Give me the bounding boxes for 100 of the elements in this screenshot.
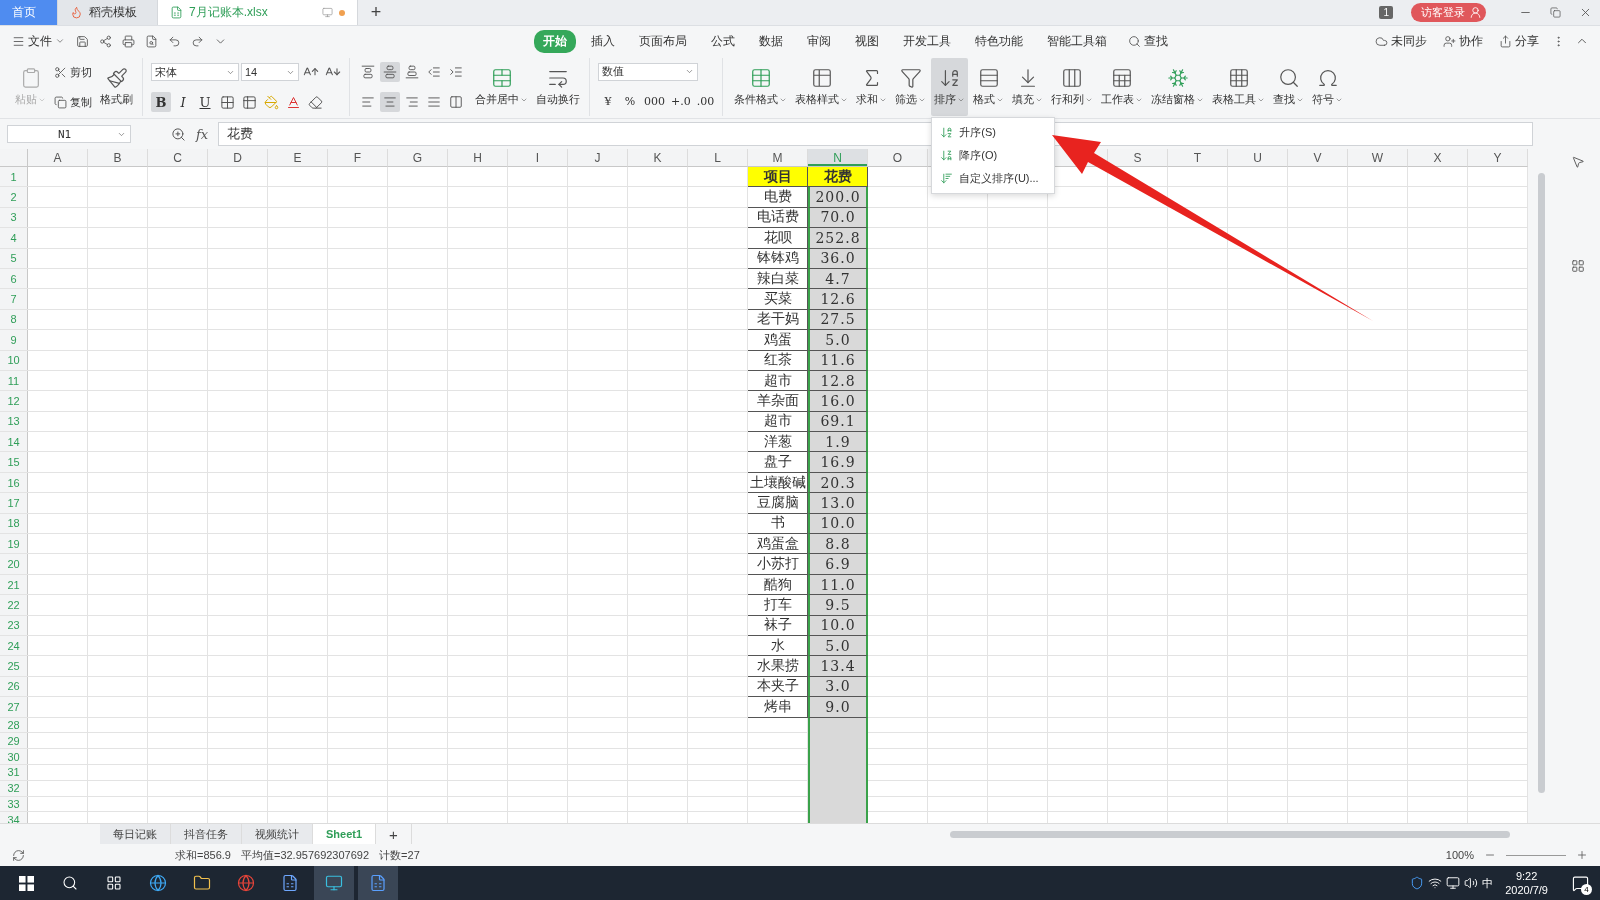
ribbon-button[interactable]: 查找 (1270, 58, 1308, 116)
name-box[interactable]: N1 (7, 125, 131, 143)
columns-icon (1061, 67, 1084, 89)
globe-icon (237, 874, 255, 892)
sheet-tab[interactable]: 视频统计 (242, 824, 313, 844)
toolbar-link[interactable]: 分享 (1493, 30, 1545, 52)
table-cell: 9.0 (808, 697, 868, 718)
number-format-button[interactable]: +.0 (669, 91, 693, 112)
column-header[interactable]: V (1288, 149, 1348, 167)
column-header[interactable]: F (328, 149, 388, 167)
function-label[interactable]: fx (196, 126, 209, 142)
eraser-icon (307, 94, 323, 110)
align-button[interactable] (380, 92, 400, 112)
column-header[interactable]: T (1168, 149, 1228, 167)
flame-icon (70, 6, 83, 19)
notification-button[interactable]: 4 (1560, 866, 1600, 900)
font-size-select[interactable]: 14 (241, 63, 299, 81)
ribbon-tab[interactable]: 插入 (582, 29, 624, 53)
scrollbar-thumb[interactable] (950, 830, 1510, 838)
ribbon-button[interactable]: 行和列 (1048, 58, 1097, 116)
notification-count: 4 (1581, 884, 1592, 895)
number-format-button[interactable]: .00 (694, 91, 717, 112)
column-header[interactable]: J (568, 149, 628, 167)
toolbar-link[interactable]: 未同步 (1369, 30, 1433, 52)
font-select[interactable]: 宋体 (151, 63, 239, 81)
new-tab-button[interactable]: + (358, 0, 394, 25)
ribbon-tab[interactable]: 特色功能 (966, 29, 1032, 53)
document-tab[interactable]: 稻壳模板 (58, 0, 158, 25)
rows-icon (977, 67, 1000, 89)
column-header[interactable]: Y (1468, 149, 1528, 167)
input-method-indicator[interactable]: 中 (1482, 875, 1494, 891)
number-format-button[interactable]: % (620, 91, 640, 112)
toolbar-link[interactable]: 协作 (1437, 30, 1489, 52)
column-header[interactable]: D (208, 149, 268, 167)
wrap-text-button[interactable]: 自动换行 (533, 58, 583, 116)
status-stat: 平均值=32.957692307692 (240, 847, 370, 863)
ribbon-tab[interactable]: 开发工具 (894, 29, 960, 53)
zoom-in-icon (1576, 849, 1588, 861)
scrollbar-thumb[interactable] (1538, 173, 1545, 793)
ribbon-button[interactable]: 条件格式 (731, 58, 791, 116)
table-cell: 花呗 (748, 228, 808, 249)
distribute-icon (449, 95, 463, 109)
ribbon-button[interactable]: 表格样式 (792, 58, 852, 116)
ribbon-tab[interactable]: 数据 (750, 29, 792, 53)
login-button[interactable]: 访客登录 (1411, 3, 1486, 22)
table-cell: 烤串 (748, 697, 808, 718)
ribbon-button[interactable]: 表格工具 (1209, 58, 1269, 116)
ribbon-tab[interactable]: 页面布局 (630, 29, 696, 53)
column-header[interactable]: L (688, 149, 748, 167)
number-format-button[interactable]: 000 (642, 91, 667, 112)
search-button[interactable]: 查找 (1122, 30, 1174, 52)
font-style-button[interactable]: U (195, 92, 215, 112)
file-menu[interactable]: 文件 (8, 30, 69, 52)
column-header[interactable]: W (1348, 149, 1408, 167)
column-header[interactable]: O (868, 149, 928, 167)
ribbon-tab[interactable]: 审阅 (798, 29, 840, 53)
toolbar-button[interactable] (119, 32, 138, 50)
cut-button[interactable]: 剪切 (51, 62, 95, 82)
ribbon-tab[interactable]: 公式 (702, 29, 744, 53)
align-button[interactable] (380, 62, 400, 82)
column-header[interactable]: A (28, 149, 88, 167)
column-header[interactable]: G (388, 149, 448, 167)
ribbon-button[interactable]: 工作表 (1098, 58, 1147, 116)
column-header[interactable]: K (628, 149, 688, 167)
ribbon-button[interactable]: 冻结窗格 (1148, 58, 1208, 116)
sheet-tab[interactable]: 抖音任务 (171, 824, 242, 844)
undo-icon (168, 34, 181, 48)
preview-icon (145, 34, 158, 48)
format-painter-button[interactable]: 格式刷 (97, 58, 136, 116)
align-center-icon (383, 95, 397, 109)
ribbon-tab[interactable]: 智能工具箱 (1038, 29, 1116, 53)
ribbon-tab[interactable]: 视图 (846, 29, 888, 53)
column-header[interactable]: H (448, 149, 508, 167)
column-header[interactable]: B (88, 149, 148, 167)
align-bottom-icon (405, 65, 419, 79)
font-style-button[interactable]: I (173, 92, 193, 112)
ribbon-button[interactable]: 格式 (970, 58, 1008, 116)
column-header[interactable]: X (1408, 149, 1468, 167)
table-cell: 酷狗 (748, 574, 808, 596)
column-header[interactable]: I (508, 149, 568, 167)
task-view-icon (106, 875, 122, 891)
number-format-button[interactable]: ¥ (598, 91, 618, 112)
merge-button[interactable]: 合并居中 (472, 58, 531, 116)
ribbon-button[interactable]: 符号 (1309, 58, 1347, 116)
column-header[interactable]: M (748, 149, 808, 167)
ribbon-button[interactable]: 求和 (853, 58, 891, 116)
clock[interactable]: 9:22 2020/7/9 (1497, 869, 1556, 897)
column-header[interactable]: C (148, 149, 208, 167)
copy-button[interactable]: 复制 (51, 92, 95, 112)
number-format-select[interactable]: 数值 (598, 62, 698, 81)
table-cell: 盘子 (748, 452, 808, 473)
font-style-button[interactable]: B (151, 92, 171, 112)
zoom-level[interactable]: 100% (1445, 849, 1474, 861)
document-tab[interactable]: 7月记账本.xlsx (158, 0, 358, 25)
column-header[interactable]: U (1228, 149, 1288, 167)
sheet-tab[interactable]: 每日记账 (100, 824, 171, 844)
column-header[interactable]: S (1108, 149, 1168, 167)
ribbon-button[interactable]: 筛选 (892, 58, 930, 116)
table-cell: 5.0 (808, 636, 868, 657)
column-header[interactable]: E (268, 149, 328, 167)
